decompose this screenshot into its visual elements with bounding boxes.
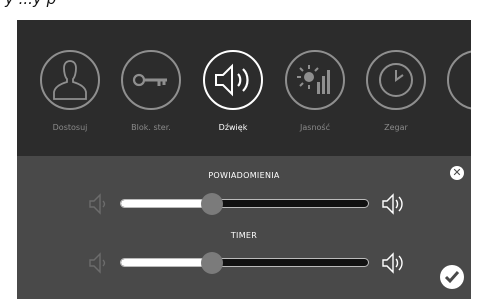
- speaker-icon: [203, 50, 263, 110]
- menu-item-zegar[interactable]: Zegar: [361, 50, 431, 132]
- menu-item-label: Blok. ster.: [131, 123, 171, 132]
- menu-item-label: Zegar: [384, 123, 408, 132]
- menu-item-blok-ster[interactable]: Blok. ster.: [116, 50, 186, 132]
- slider-knob[interactable]: [201, 193, 224, 215]
- slider-fill: [121, 259, 213, 266]
- top-text-strip: y ...y p: [0, 0, 481, 12]
- slider-title-powiadomienia: POWIADOMIENIA: [208, 171, 280, 180]
- menu-item-label: Dostosuj: [52, 123, 88, 132]
- checkmark-icon: [444, 271, 460, 284]
- next-menu-item-icon: [447, 50, 471, 110]
- confirm-button[interactable]: [440, 265, 464, 289]
- menu-item-next[interactable]: [442, 50, 471, 110]
- settings-menu: Dostosuj Blok. ster. Dźwięk Jasność Zega…: [17, 20, 471, 156]
- key-icon: [121, 50, 181, 110]
- menu-item-jasnosc[interactable]: Jasność: [280, 50, 350, 132]
- timer-volume-slider[interactable]: [120, 258, 369, 267]
- notifications-volume-slider[interactable]: [120, 199, 369, 208]
- sound-panel: ✕ POWIADOMIENIA TIMER: [17, 156, 471, 299]
- device-screen: Dostosuj Blok. ster. Dźwięk Jasność Zega…: [17, 20, 471, 299]
- menu-item-dostosuj[interactable]: Dostosuj: [35, 50, 105, 132]
- volume-high-icon[interactable]: [381, 252, 403, 274]
- volume-low-icon[interactable]: [87, 193, 109, 215]
- menu-item-label: Dźwięk: [218, 123, 248, 132]
- menu-item-label: Jasność: [300, 123, 330, 132]
- slider-title-timer: TIMER: [230, 231, 258, 240]
- volume-high-icon[interactable]: [381, 193, 403, 215]
- volume-low-icon[interactable]: [87, 252, 109, 274]
- clock-icon: [366, 50, 426, 110]
- person-icon: [40, 50, 100, 110]
- slider-fill: [121, 200, 213, 207]
- slider-knob[interactable]: [201, 252, 224, 274]
- menu-item-dzwiek[interactable]: Dźwięk: [198, 50, 268, 132]
- brightness-icon: [285, 50, 345, 110]
- top-text: y ...y p: [5, 0, 56, 8]
